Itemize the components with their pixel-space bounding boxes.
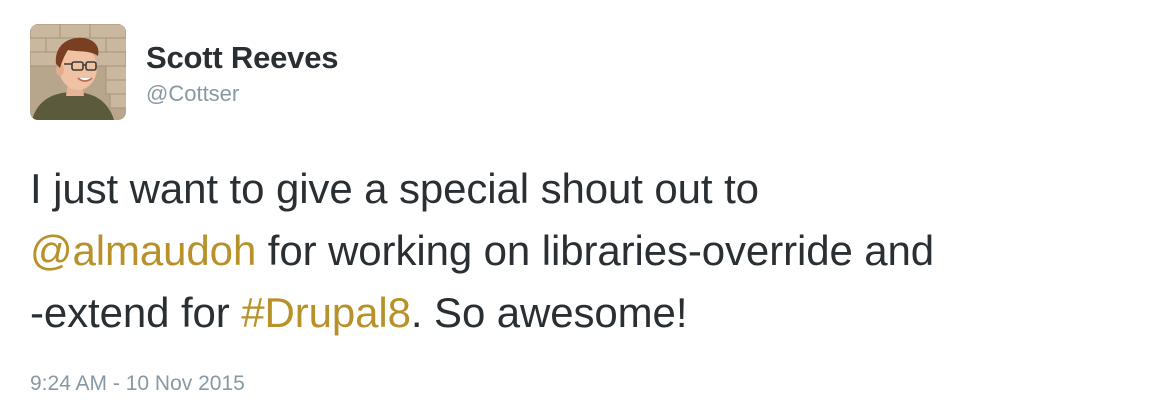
tweet-text-line1: I just want to give a special shout out … <box>30 165 759 212</box>
tweet-timestamp[interactable]: 9:24 AM - 10 Nov 2015 <box>30 370 245 398</box>
user-info: Scott Reeves @Cottser <box>146 40 339 108</box>
author-display-name[interactable]: Scott Reeves <box>146 40 339 76</box>
tweet-text-segment: for working on libraries-override and <box>256 227 935 274</box>
tweet-text-segment: -extend for <box>30 289 242 336</box>
tweet-card: Scott Reeves @Cottser I just want to giv… <box>0 0 1170 418</box>
mention-link[interactable]: @almaudoh <box>30 227 256 274</box>
author-handle[interactable]: @Cottser <box>146 80 338 108</box>
tweet-text: I just want to give a special shout out … <box>30 158 1150 344</box>
avatar[interactable] <box>30 24 126 120</box>
hashtag-link[interactable]: #Drupal8 <box>241 289 411 336</box>
avatar-image <box>30 24 126 120</box>
tweet-text-segment: . So awesome! <box>410 289 688 336</box>
